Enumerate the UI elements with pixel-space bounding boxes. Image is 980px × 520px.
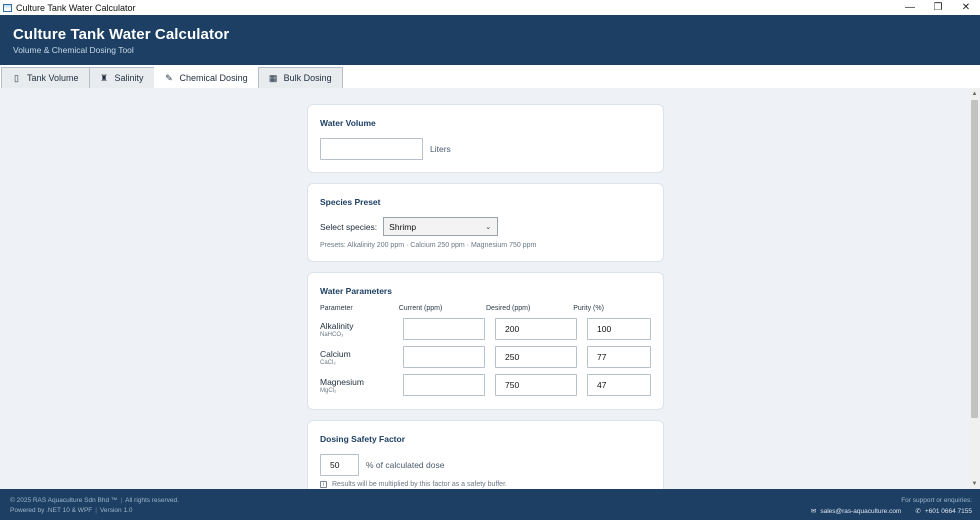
footer-rights: All rights reserved.	[125, 497, 179, 504]
calcium-desired-input[interactable]: 250	[495, 346, 577, 368]
window-title: Culture Tank Water Calculator	[16, 2, 136, 13]
col-purity: Purity (%)	[573, 305, 604, 312]
species-preset-card: Species Preset Select species: Shrimp ⌄ …	[307, 183, 664, 262]
water-parameters-heading: Water Parameters	[320, 286, 392, 296]
parameter-name: Magnesium	[320, 376, 364, 387]
tab-bulk-dosing[interactable]: ▦ Bulk Dosing	[257, 67, 343, 88]
footer-phone[interactable]: +601 0664 7155	[925, 508, 972, 515]
app-title: Culture Tank Water Calculator	[13, 26, 230, 43]
magnesium-purity-input[interactable]: 47	[587, 374, 651, 396]
bottle-icon: ♜	[99, 72, 109, 83]
tab-label: Bulk Dosing	[283, 73, 332, 83]
col-parameter: Parameter	[320, 305, 353, 312]
parameter-row-magnesium: Magnesium MgCl₂ 750 47	[320, 374, 651, 396]
dropper-icon: ✎	[165, 72, 173, 83]
parameter-name: Alkalinity	[320, 320, 354, 331]
alkalinity-current-input[interactable]	[403, 318, 485, 340]
phone-icon: ✆	[915, 508, 921, 515]
col-current: Current (ppm)	[398, 305, 443, 312]
bar-chart-icon: ▦	[268, 72, 278, 83]
water-volume-card: Water Volume Liters	[307, 104, 664, 173]
magnesium-current-input[interactable]	[403, 374, 485, 396]
footer-copyright: © 2025 RAS Aquaculture Sdn Bhd ™	[10, 497, 118, 504]
water-volume-input[interactable]	[320, 138, 423, 160]
safety-factor-input[interactable]: 50	[320, 454, 359, 476]
app-footer: © 2025 RAS Aquaculture Sdn Bhd ™ | All rig…	[0, 489, 980, 520]
tab-label: Tank Volume	[27, 73, 79, 83]
chevron-down-icon: ⌄	[485, 223, 492, 231]
footer-copyright-line: © 2025 RAS Aquaculture Sdn Bhd ™ | All rig…	[10, 497, 179, 504]
parameter-name: Calcium	[320, 348, 351, 359]
footer-powered: Powered by .NET 10 & WPF	[10, 507, 93, 514]
species-presets-note: Presets: Alkalinity 200 ppm · Calcium 25…	[320, 242, 537, 249]
magnesium-desired-input[interactable]: 750	[495, 374, 577, 396]
col-desired: Desired (ppm)	[485, 305, 531, 312]
app-icon	[3, 3, 12, 12]
footer-support: For support or enquiries:	[901, 497, 972, 504]
parameter-formula: MgCl₂	[320, 387, 337, 394]
safety-suffix: % of calculated dose	[366, 460, 445, 470]
parameter-formula: NaHCO₃	[320, 331, 344, 338]
parameter-row-calcium: Calcium CaCl₂ 250 77	[320, 346, 651, 368]
scroll-up-icon[interactable]: ▲	[969, 88, 980, 99]
water-volume-heading: Water Volume	[320, 118, 376, 128]
parameter-row-alkalinity: Alkalinity NaHCO₃ 200 100	[320, 318, 651, 340]
tank-icon: ▯	[14, 72, 19, 83]
tab-label: Chemical Dosing	[179, 73, 248, 83]
tab-tank-volume[interactable]: ▯ Tank Volume	[1, 67, 90, 88]
water-parameters-card: Water Parameters Parameter Current (ppm)…	[307, 272, 664, 410]
parameters-header-row: Parameter Current (ppm) Desired (ppm) Pu…	[320, 305, 651, 312]
alkalinity-purity-input[interactable]: 100	[587, 318, 651, 340]
scroll-thumb[interactable]	[971, 100, 978, 418]
vertical-scrollbar[interactable]: ▲ ▼	[969, 88, 980, 489]
close-button[interactable]: ✕	[952, 0, 980, 15]
calcium-current-input[interactable]	[403, 346, 485, 368]
safety-heading: Dosing Safety Factor	[320, 434, 406, 444]
tab-chemical-dosing[interactable]: ✎ Chemical Dosing	[153, 67, 259, 88]
minimize-button[interactable]: —	[896, 0, 924, 15]
water-volume-unit: Liters	[430, 144, 451, 154]
footer-email[interactable]: sales@ras-aquaculture.com	[820, 508, 901, 515]
safety-note: Results will be multiplied by this facto…	[332, 481, 507, 488]
parameter-formula: CaCl₂	[320, 359, 336, 366]
maximize-button[interactable]: ❐	[924, 0, 952, 15]
species-label: Select species:	[320, 221, 378, 232]
app-subtitle: Volume & Chemical Dosing Tool	[13, 45, 134, 55]
tab-salinity[interactable]: ♜ Salinity	[88, 67, 155, 88]
species-select[interactable]: Shrimp ⌄	[383, 217, 499, 236]
scroll-down-icon[interactable]: ▼	[969, 478, 980, 489]
window-titlebar: Culture Tank Water Calculator — ❐ ✕	[0, 0, 980, 15]
footer-powered-line: Powered by .NET 10 & WPF | Version 1.0	[10, 507, 133, 514]
tab-bar: ▯ Tank Volume ♜ Salinity ✎ Chemical Dosi…	[0, 65, 980, 88]
mail-icon: ✉	[810, 508, 817, 515]
safety-factor-card: Dosing Safety Factor 50 % of calculated …	[307, 420, 664, 489]
species-heading: Species Preset	[320, 197, 381, 207]
footer-version: Version 1.0	[99, 507, 133, 514]
app-header: Culture Tank Water Calculator Volume & C…	[0, 15, 980, 65]
info-icon: i	[320, 481, 327, 488]
species-selected: Shrimp	[389, 221, 417, 232]
tab-label: Salinity	[114, 73, 144, 83]
alkalinity-desired-input[interactable]: 200	[495, 318, 577, 340]
calcium-purity-input[interactable]: 77	[587, 346, 651, 368]
content-area: Water Volume Liters Species Preset Selec…	[0, 88, 969, 489]
footer-contact: ✉ sales@ras-aquaculture.com ✆ +601 0664 …	[810, 507, 972, 516]
